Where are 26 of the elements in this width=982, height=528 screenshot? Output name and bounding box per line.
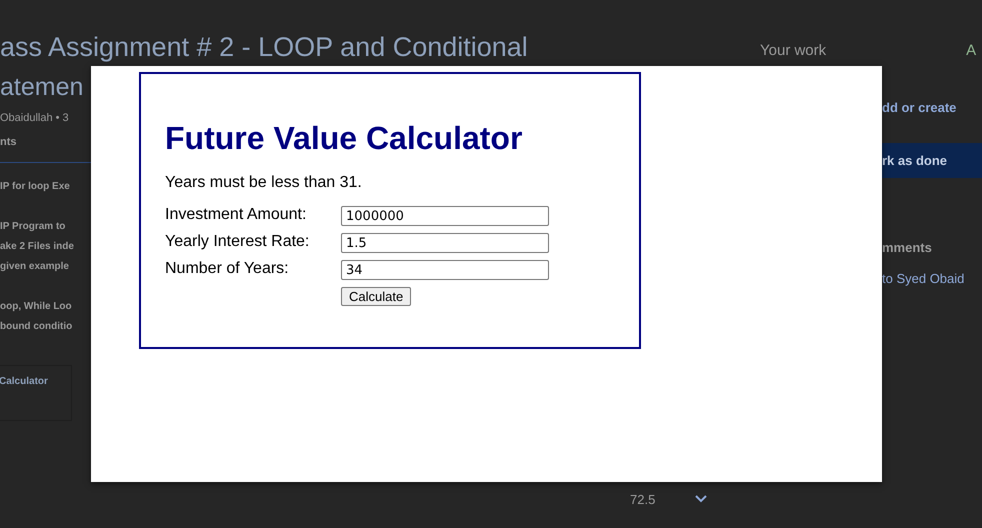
instruction-text: oop, While Loo [0,300,73,314]
comments-title: mments [882,240,933,255]
add-comment-link[interactable]: to Syed Obaid [882,271,982,286]
error-message: Years must be less than 31. [165,174,363,192]
author-line: Obaidullah • 3 [0,112,70,124]
instruction-text: ake 2 Files inde [0,240,75,254]
assignment-title: atemen [0,72,84,103]
input-field[interactable]: 1.5 [341,233,549,253]
input-field[interactable]: 34 [341,260,549,280]
input-field[interactable]: 1000000 [341,206,549,226]
calculator-heading: Future Value Calculator [165,119,524,158]
instruction-text: given example [0,260,70,274]
assignment-title: ass Assignment # 2 - LOOP and Conditional [0,31,529,64]
mark-as-done-button[interactable]: rk as done [882,143,982,178]
calculate-button[interactable]: Calculate [341,287,412,306]
instruction-text: IP for loop Exe [0,180,71,194]
status-label: A [966,42,976,59]
grade-text: 72.5 [630,492,656,506]
your-work-title: Your work [760,42,826,59]
add-or-create-button[interactable]: dd or create [882,100,982,115]
chevron-down-icon[interactable] [695,495,708,503]
field-label: Yearly Interest Rate: [165,233,310,251]
field-label: Investment Amount: [165,206,308,224]
instruction-text: bound conditio [0,320,74,334]
field-label: Number of Years: [165,260,290,278]
instruction-text: IP Program to [0,220,66,234]
